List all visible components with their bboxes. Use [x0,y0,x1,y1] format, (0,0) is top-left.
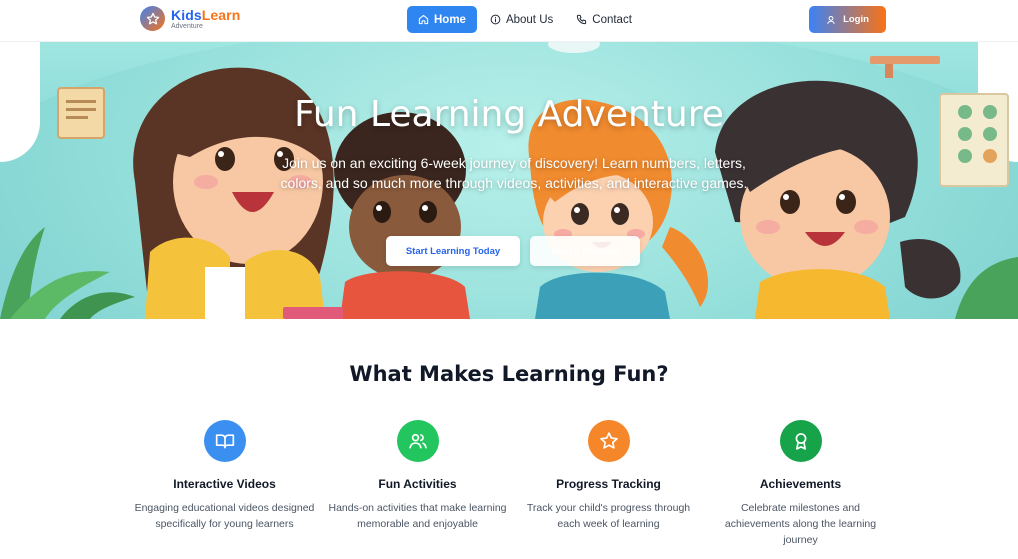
feature-title: Achievements [759,477,842,491]
feature-progress-tracking: Progress Tracking Track your child's pro… [516,420,701,532]
hero-section: Fun Learning Adventure Join us on an exc… [0,42,1018,319]
feature-title: Progress Tracking [556,477,661,491]
book-open-icon [203,420,246,462]
login-button[interactable]: Login [809,6,886,33]
nav-contact-label: Contact [592,13,632,26]
brand-logo-link[interactable]: KidsLearn Adventure [140,6,240,31]
feature-description: Celebrate milestones and achievements al… [724,502,877,546]
nav-contact-link[interactable]: Contact [566,6,642,33]
brand-name: KidsLearn [171,6,241,23]
user-icon [827,15,835,24]
phone-icon [577,14,587,25]
hero-subtitle: Join us on an exciting 6-week journey of… [280,155,748,191]
features-title: What Makes Learning Fun? [349,362,669,386]
star-logo-icon [140,6,165,31]
hero-title: Fun Learning Adventure [294,94,724,135]
login-label: Login [843,14,869,25]
feature-fun-activities: Fun Activities Hands-on activities that … [325,420,510,532]
nav-home-label: Home [434,13,466,26]
nav-about-label: About Us [505,13,554,26]
top-navbar: KidsLearn Adventure Home About Us Contac… [0,0,1018,42]
feature-description: Track your child's progress through each… [526,502,691,530]
feature-description: Hands-on activities that make learning m… [328,502,507,530]
start-learning-button[interactable]: Start Learning Today [386,236,520,266]
watch-preview-button[interactable]: Watch Preview [530,236,640,266]
info-icon [490,14,501,25]
star-icon [587,420,630,462]
award-icon [779,420,822,462]
main-nav: Home About Us Contact [407,6,645,33]
feature-achievements: Achievements Celebrate milestones and ac… [708,420,893,548]
nav-home-link[interactable]: Home [407,6,477,33]
users-icon [396,420,439,462]
nav-about-link[interactable]: About Us [480,6,563,33]
feature-description: Engaging educational videos designed spe… [134,502,315,530]
feature-interactive-videos: Interactive Videos Engaging educational … [132,420,317,532]
brand-subtitle: Adventure [171,22,203,30]
home-icon [418,14,429,25]
feature-title: Fun Activities [378,477,457,491]
feature-title: Interactive Videos [173,477,276,491]
